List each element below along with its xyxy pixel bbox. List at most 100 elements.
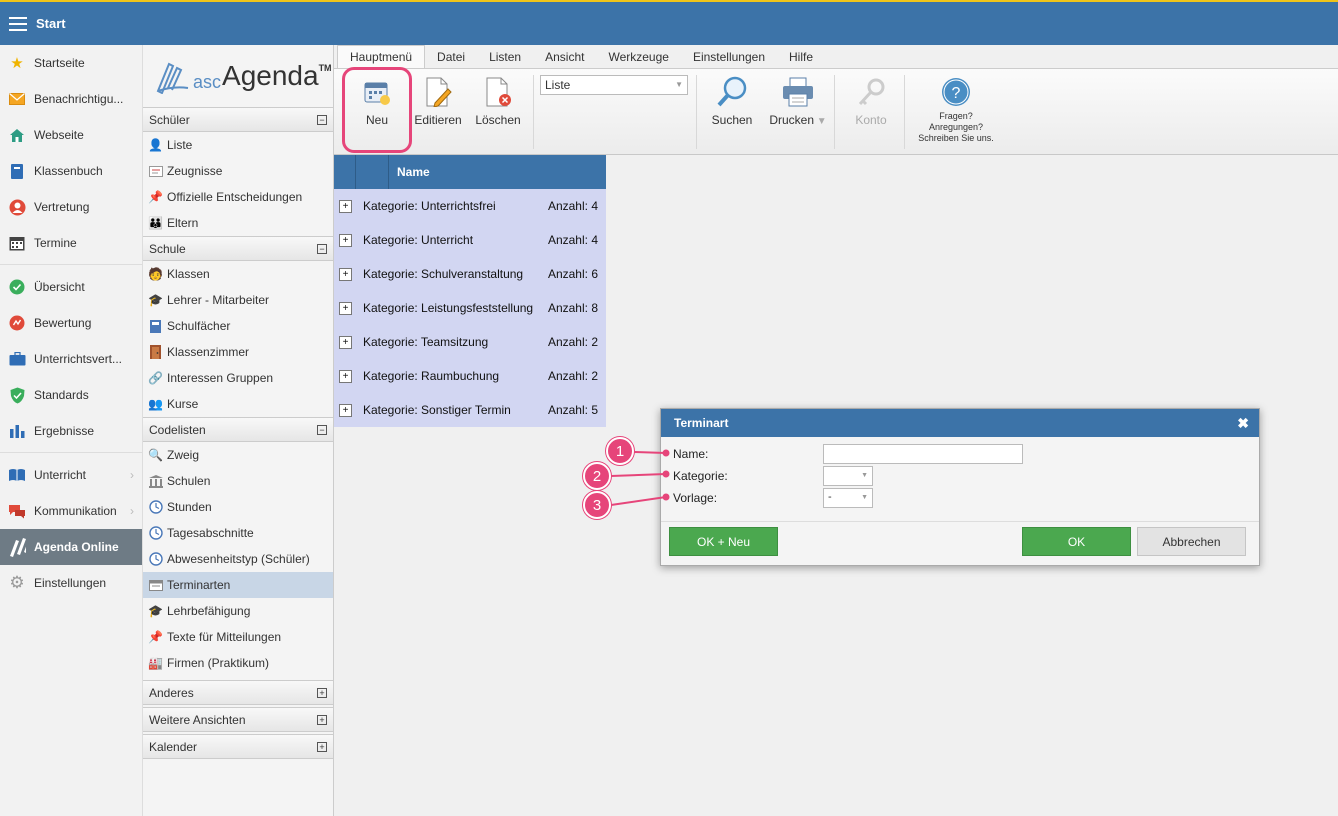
ok-button[interactable]: OK xyxy=(1022,527,1131,556)
tab-hilfe[interactable]: Hilfe xyxy=(777,47,825,68)
collapse-icon[interactable]: − xyxy=(317,424,327,435)
nav-item-kommunikation[interactable]: Kommunikation › xyxy=(0,493,142,529)
nav-item-klassenbuch[interactable]: Klassenbuch xyxy=(0,153,142,189)
sidebar2-item-zeugnisse[interactable]: Zeugnisse xyxy=(143,158,333,184)
nav-item-einstellungen[interactable]: ⚙ Einstellungen xyxy=(0,565,142,601)
editieren-button[interactable]: Editieren xyxy=(414,75,462,127)
nav-item-label: Kommunikation xyxy=(34,504,117,518)
tab-datei[interactable]: Datei xyxy=(425,47,477,68)
event-type-icon xyxy=(148,578,163,593)
nav-item-bewertung[interactable]: Bewertung xyxy=(0,305,142,341)
section-header-codelisten[interactable]: Codelisten − xyxy=(143,417,333,442)
section-title: Schüler xyxy=(149,112,190,127)
collapse-icon[interactable]: − xyxy=(317,243,327,254)
expand-icon[interactable]: + xyxy=(317,714,327,725)
section-header-anderes[interactable]: Anderes + xyxy=(143,680,333,705)
tab-hauptmenue[interactable]: Hauptmenü xyxy=(337,45,426,68)
tab-listen[interactable]: Listen xyxy=(477,47,533,68)
expand-icon[interactable]: + xyxy=(339,301,352,315)
sidebar2-item-klassenzimmer[interactable]: Klassenzimmer xyxy=(143,339,333,365)
nav-item-label: Ergebnisse xyxy=(34,424,95,438)
sidebar2-item-abwesenheitstyp[interactable]: Abwesenheitstyp (Schüler) xyxy=(143,546,333,572)
nav-item-ergebnisse[interactable]: Ergebnisse xyxy=(0,413,142,449)
section-header-schule[interactable]: Schule − xyxy=(143,236,333,261)
expand-icon[interactable]: + xyxy=(339,335,352,349)
view-select[interactable]: Liste ▼ xyxy=(540,75,688,95)
table-row[interactable]: + Kategorie: Schulveranstaltung Anzahl: 6 xyxy=(334,257,606,291)
tab-ansicht[interactable]: Ansicht xyxy=(533,47,596,68)
kategorie-select[interactable]: ▼ xyxy=(823,466,873,486)
close-icon[interactable]: ✖ xyxy=(1237,415,1249,432)
table-row[interactable]: + Kategorie: Unterricht Anzahl: 4 xyxy=(334,223,606,257)
abbrechen-button[interactable]: Abbrechen xyxy=(1137,527,1246,556)
neu-button[interactable]: Neu xyxy=(357,75,397,127)
loeschen-button[interactable]: Löschen xyxy=(475,75,521,127)
sidebar2-item-label: Schulen xyxy=(167,474,211,488)
sidebar2-item-lehrer[interactable]: 🎓 Lehrer - Mitarbeiter xyxy=(143,287,333,313)
nav-item-uebersicht[interactable]: Übersicht xyxy=(0,269,142,305)
expand-icon[interactable]: + xyxy=(339,369,352,383)
row-count: Anzahl: 8 xyxy=(547,301,598,315)
collapse-icon[interactable]: − xyxy=(317,114,327,125)
nav-item-webseite[interactable]: Webseite xyxy=(0,117,142,153)
expand-icon[interactable]: + xyxy=(317,687,327,698)
row-count: Anzahl: 2 xyxy=(547,369,598,383)
expand-icon[interactable]: + xyxy=(339,199,352,213)
expand-icon[interactable]: + xyxy=(317,741,327,752)
table-row[interactable]: + Kategorie: Sonstiger Termin Anzahl: 5 xyxy=(334,393,606,427)
table-row[interactable]: + Kategorie: Raumbuchung Anzahl: 2 xyxy=(334,359,606,393)
printer-icon xyxy=(781,75,815,109)
sidebar2-item-terminarten[interactable]: Terminarten xyxy=(143,572,333,598)
sidebar2-item-liste[interactable]: 👤 Liste xyxy=(143,132,333,158)
sidebar2-item-schulen[interactable]: Schulen xyxy=(143,468,333,494)
table-row[interactable]: + Kategorie: Leistungsfeststellung Anzahl:… xyxy=(334,291,606,325)
nav-item-standards[interactable]: Standards xyxy=(0,377,142,413)
expand-icon[interactable]: + xyxy=(339,403,352,417)
sidebar2-item-schulfaecher[interactable]: Schulfächer xyxy=(143,313,333,339)
sidebar2-item-offizielle-entscheidungen[interactable]: 📌 Offizielle Entscheidungen xyxy=(143,184,333,210)
hamburger-menu-icon[interactable] xyxy=(9,16,27,31)
sidebar2-item-zweig[interactable]: 🔍 Zweig xyxy=(143,442,333,468)
nav-item-benachrichtigungen[interactable]: Benachrichtigu... xyxy=(0,81,142,117)
table-row[interactable]: + Kategorie: Unterrichtsfrei Anzahl: 4 xyxy=(334,189,606,223)
nav-item-unterricht[interactable]: Unterricht › xyxy=(0,457,142,493)
tab-einstellungen[interactable]: Einstellungen xyxy=(681,47,777,68)
sidebar2-item-firmen[interactable]: 🏭 Firmen (Praktikum) xyxy=(143,650,333,676)
tab-werkzeuge[interactable]: Werkzeuge xyxy=(596,47,680,68)
ok-neu-button[interactable]: OK + Neu xyxy=(669,527,778,556)
feedback-button[interactable]: ? Fragen? Anregungen? Schreiben Sie uns. xyxy=(916,75,996,144)
sidebar2-item-tagesabschnitte[interactable]: Tagesabschnitte xyxy=(143,520,333,546)
nav-item-startseite[interactable]: ★ Startseite xyxy=(0,45,142,81)
suchen-button[interactable]: Suchen xyxy=(710,75,754,127)
bar-chart-icon xyxy=(8,422,26,440)
sidebar2-item-eltern[interactable]: 👪 Eltern xyxy=(143,210,333,236)
nav-item-agenda-online[interactable]: Agenda Online xyxy=(0,529,142,565)
nav-item-termine[interactable]: Termine xyxy=(0,225,142,261)
table-row[interactable]: + Kategorie: Teamsitzung Anzahl: 2 xyxy=(334,325,606,359)
sidebar2-item-stunden[interactable]: Stunden xyxy=(143,494,333,520)
toolbar: Neu Editieren Löschen Liste ▼ Suchen Druc… xyxy=(334,67,1338,155)
konto-button[interactable]: Konto xyxy=(849,75,893,127)
sidebar2-item-klassen[interactable]: 🧑 Klassen xyxy=(143,261,333,287)
row-name: Kategorie: Raumbuchung xyxy=(363,369,500,383)
clock-icon xyxy=(148,552,163,567)
dropdown-arrow-icon[interactable]: ▼ xyxy=(814,116,827,127)
section-header-weitere-ansichten[interactable]: Weitere Ansichten + xyxy=(143,707,333,732)
expand-icon[interactable]: + xyxy=(339,267,352,281)
nav-item-unterrichtsverteilung[interactable]: Unterrichtsvert... xyxy=(0,341,142,377)
section-header-kalender[interactable]: Kalender + xyxy=(143,734,333,759)
sidebar2-item-lehrbefaehigung[interactable]: 🎓 Lehrbefähigung xyxy=(143,598,333,624)
grid-header-name[interactable]: Name xyxy=(389,165,430,179)
vorlage-select[interactable]: - ▼ xyxy=(823,488,873,508)
sidebar2-item-kurse[interactable]: 👥 Kurse xyxy=(143,391,333,417)
row-name: Kategorie: Leistungsfeststellung xyxy=(363,301,534,315)
edit-document-icon xyxy=(421,75,455,109)
sidebar2-item-texte-mitteilungen[interactable]: 📌 Texte für Mitteilungen xyxy=(143,624,333,650)
sidebar2-item-interessen-gruppen[interactable]: 🔗 Interessen Gruppen xyxy=(143,365,333,391)
drucken-button[interactable]: Drucken ▼ xyxy=(767,75,829,127)
name-field[interactable] xyxy=(823,444,1023,464)
nav-item-vertretung[interactable]: Vertretung xyxy=(0,189,142,225)
section-header-schueler[interactable]: Schüler − xyxy=(143,107,333,132)
expand-icon[interactable]: + xyxy=(339,233,352,247)
top-bar-title[interactable]: Start xyxy=(36,16,66,31)
